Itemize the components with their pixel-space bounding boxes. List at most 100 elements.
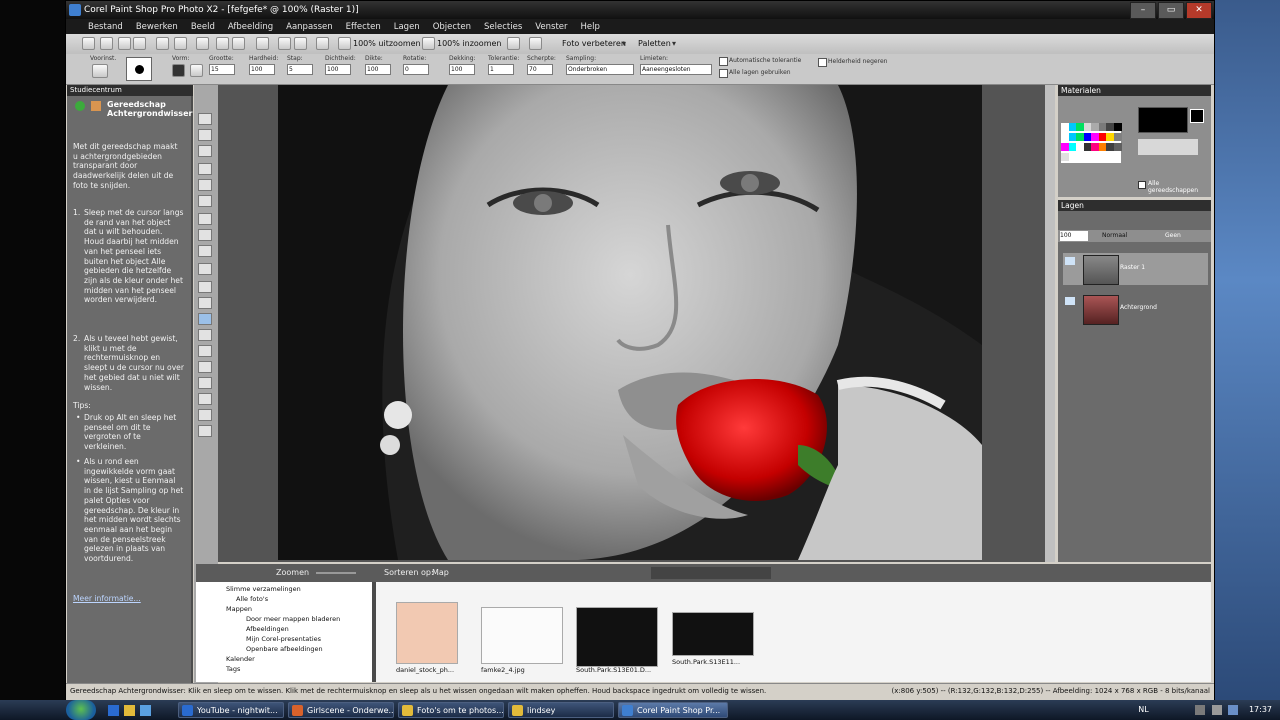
zoom-out-icon[interactable] (338, 37, 351, 50)
menu-bestand[interactable]: Bestand (88, 22, 123, 32)
more-info-link[interactable]: Meer informatie... (73, 594, 141, 604)
task-fotos[interactable]: Foto's om te photos... (398, 702, 504, 718)
dropper-tool-icon[interactable] (198, 163, 212, 175)
volume-icon[interactable] (1211, 704, 1222, 715)
color-swatch[interactable] (1061, 153, 1069, 161)
organizer-search-input[interactable] (651, 567, 771, 579)
rotation-input[interactable]: 0 (403, 64, 429, 75)
tree-item[interactable]: Mijn Corel-presentaties (246, 634, 321, 644)
background-color[interactable] (1190, 109, 1204, 123)
tolerance-input[interactable]: 1 (488, 64, 514, 75)
color-swatch[interactable] (1113, 143, 1122, 151)
red-eye-tool-icon[interactable] (198, 213, 212, 225)
auto-tolerance-checkbox[interactable] (719, 57, 728, 66)
layer-opacity-input[interactable]: 100 (1060, 231, 1088, 241)
image-canvas[interactable] (218, 85, 1045, 562)
tree-item[interactable]: Tags (226, 664, 240, 674)
power-icon[interactable] (1228, 704, 1239, 715)
tree-item[interactable]: Door meer mappen bladeren (246, 614, 340, 624)
square-shape-button[interactable] (190, 64, 203, 77)
tree-item[interactable]: Mappen (226, 604, 252, 614)
tree-item-selected[interactable]: Alle foto's (236, 594, 269, 604)
browse-icon[interactable] (118, 37, 131, 50)
task-youtube[interactable]: YouTube - nightwit... (178, 702, 284, 718)
maximize-button[interactable]: ▭ (1158, 2, 1184, 19)
menu-effecten[interactable]: Effecten (346, 22, 381, 32)
zoom-out-label[interactable]: 100% uitzoomen (353, 39, 421, 48)
all-tools-checkbox[interactable] (1138, 181, 1146, 189)
task-girlscene[interactable]: Girlscene - Onderwe... (288, 702, 394, 718)
zoom-in-label[interactable]: 100% inzoomen (437, 39, 501, 48)
foto-verbeteren-arrow-icon[interactable]: ▾ (622, 39, 626, 48)
thumbnail[interactable] (576, 607, 658, 667)
text-tool-icon[interactable] (198, 361, 212, 373)
back-arrow-icon[interactable] (75, 101, 85, 111)
thumbnail[interactable] (672, 612, 754, 656)
menu-objecten[interactable]: Objecten (433, 22, 471, 32)
paint-brush-tool-icon[interactable] (198, 297, 212, 309)
straighten-tool-icon[interactable] (198, 195, 212, 207)
visibility-eye-icon[interactable] (1065, 297, 1075, 305)
zoom-in-icon[interactable] (422, 37, 435, 50)
menu-afbeelding[interactable]: Afbeelding (228, 22, 273, 32)
step-input[interactable]: 5 (287, 64, 313, 75)
presets-button[interactable] (92, 64, 108, 78)
shape-tool-icon[interactable] (198, 377, 212, 389)
limits-select[interactable]: Aaneengesloten (640, 64, 712, 75)
makeover-tool-icon[interactable] (198, 229, 212, 241)
new-file-icon[interactable] (82, 37, 95, 50)
photo-image[interactable] (278, 85, 982, 560)
foto-verbeteren-menu[interactable]: Foto verbeteren (562, 39, 626, 48)
menu-help[interactable]: Help (581, 22, 600, 32)
paletten-menu[interactable]: Paletten (638, 39, 671, 48)
tree-item[interactable]: Kalender (226, 654, 255, 664)
flood-fill-tool-icon[interactable] (198, 329, 212, 341)
title-bar[interactable]: Corel Paint Shop Pro Photo X2 - [fefgefe… (66, 1, 1214, 19)
layer-row-raster1[interactable]: Raster 1 (1063, 253, 1208, 285)
round-shape-button[interactable] (172, 64, 185, 77)
layout-icon[interactable] (529, 37, 542, 50)
lighten-tool-icon[interactable] (198, 425, 212, 437)
color-swatch[interactable] (1113, 133, 1122, 141)
task-corel[interactable]: Corel Paint Shop Pr... (618, 702, 728, 718)
cut-icon[interactable] (294, 37, 307, 50)
dodge-tool-icon[interactable] (198, 281, 212, 293)
opacity-input[interactable]: 100 (449, 64, 475, 75)
all-layers-checkbox[interactable] (719, 69, 728, 78)
scratch-remover-tool-icon[interactable] (198, 263, 212, 275)
layer-row-achtergrond[interactable]: Achtergrond (1063, 293, 1208, 325)
density-input[interactable]: 100 (325, 64, 351, 75)
paletten-arrow-icon[interactable]: ▾ (672, 39, 676, 48)
sampling-select[interactable]: Onderbroken (566, 64, 634, 75)
paste-icon[interactable] (256, 37, 269, 50)
minimize-button[interactable]: – (1130, 2, 1156, 19)
tree-item[interactable]: Afbeeldingen (246, 624, 289, 634)
thumbnail[interactable] (481, 607, 563, 664)
background-eraser-tool-icon[interactable] (198, 313, 212, 325)
task-lindsey[interactable]: lindsey (508, 702, 614, 718)
material-properties[interactable] (1138, 139, 1198, 155)
clock[interactable]: 17:37 (1249, 705, 1272, 714)
sort-select[interactable]: Map (432, 568, 449, 577)
menu-beeld[interactable]: Beeld (191, 22, 215, 32)
tree-item[interactable]: Openbare afbeeldingen (246, 644, 323, 654)
menu-venster[interactable]: Venster (535, 22, 567, 32)
scan-icon[interactable] (133, 37, 146, 50)
zoom-slider[interactable] (316, 572, 356, 574)
brush-tip-preview[interactable] (126, 57, 152, 81)
display-icon[interactable] (507, 37, 520, 50)
lock-select[interactable]: Geen (1165, 232, 1181, 239)
rotate-icon[interactable] (196, 37, 209, 50)
foreground-color[interactable] (1138, 107, 1188, 133)
show-desktop-icon[interactable] (108, 705, 119, 716)
size-input[interactable]: 15 (209, 64, 235, 75)
sharpness-input[interactable]: 70 (527, 64, 553, 75)
redo-icon[interactable] (232, 37, 245, 50)
undo-icon[interactable] (216, 37, 229, 50)
pick-tool-icon[interactable] (198, 129, 212, 141)
hardness-input[interactable]: 100 (249, 64, 275, 75)
language-indicator[interactable]: NL (1138, 705, 1148, 714)
clone-tool-icon[interactable] (198, 245, 212, 257)
network-icon[interactable] (1195, 704, 1206, 715)
warp-tool-icon[interactable] (198, 409, 212, 421)
